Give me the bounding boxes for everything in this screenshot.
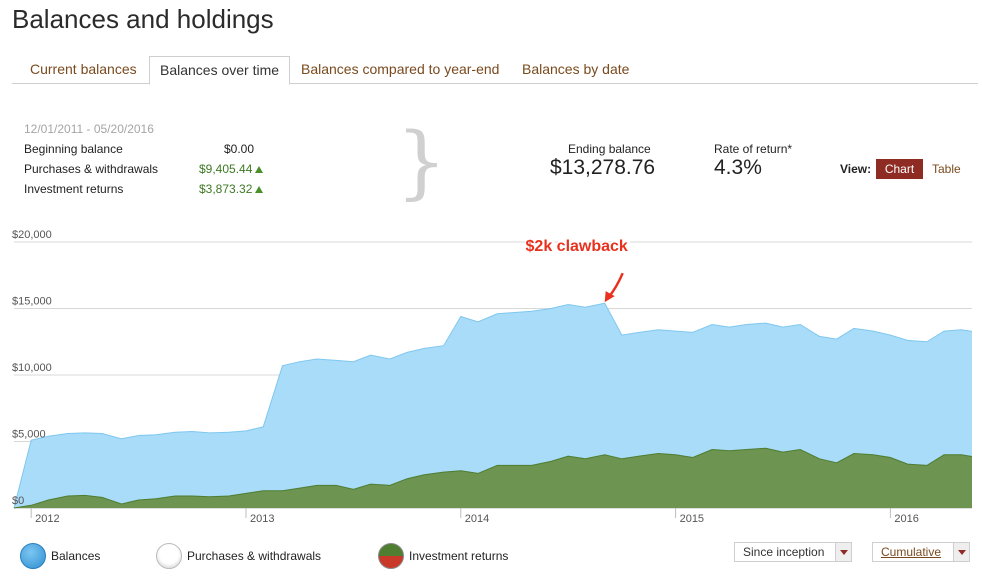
legend-item-balances[interactable]: Balances (20, 543, 100, 569)
mode-dropdown[interactable]: Cumulative (872, 542, 970, 562)
purchases-withdrawals-swatch-icon (156, 543, 182, 569)
legend-item-purchases-withdrawals[interactable]: Purchases & withdrawals (156, 543, 321, 569)
legend-label-purchases-withdrawals: Purchases & withdrawals (187, 549, 322, 563)
view-label: View: (840, 162, 872, 176)
annotation-label: $2k clawback (526, 238, 628, 255)
legend-item-investment-returns[interactable]: Investment returns (378, 543, 508, 569)
investment-returns-value: $3,873.32 (199, 182, 253, 196)
ending-balance-value: $13,278.76 (550, 156, 656, 179)
beginning-balance-value: $0.00 (224, 142, 255, 156)
tab-balances-over-time[interactable]: Balances over time (149, 56, 291, 85)
legend-label-balances: Balances (51, 549, 101, 563)
mode-dropdown-value: Cumulative (881, 545, 942, 559)
tab-bar: Current balances Balances over time Bala… (12, 56, 978, 85)
tab-current-balances[interactable]: Current balances (20, 56, 147, 84)
tab-balances-compared-to-year-end[interactable]: Balances compared to year-end (291, 56, 509, 84)
beginning-balance-label: Beginning balance (24, 142, 123, 156)
balances-swatch-icon (20, 543, 46, 569)
page-title: Balances and holdings (12, 4, 274, 34)
y-tick-label: $15,000 (12, 296, 52, 308)
view-chart-button[interactable]: Chart (876, 159, 923, 179)
arrow-up-icon (255, 186, 264, 193)
date-range: 12/01/2011 - 05/20/2016 (24, 122, 154, 136)
rate-of-return-value: 4.3% (714, 156, 762, 179)
x-tick-label: 2013 (250, 513, 274, 525)
x-tick-label: 2015 (680, 513, 704, 525)
brace-divider-icon: } (396, 115, 447, 208)
purchases-withdrawals-value: $9,405.44 (199, 162, 253, 176)
annotation-arrow-icon (607, 272, 624, 298)
x-tick-label: 2014 (465, 513, 489, 525)
view-table-link[interactable]: Table (932, 162, 961, 176)
arrow-up-icon (255, 166, 264, 173)
y-tick-label: $5,000 (12, 429, 46, 441)
ending-balance-label: Ending balance (568, 142, 651, 156)
chart-areas (13, 302, 973, 509)
investment-returns-row: $3,873.32 (199, 182, 264, 196)
investment-returns-swatch-icon (378, 543, 404, 569)
x-tick-label: 2012 (35, 513, 59, 525)
purchases-withdrawals-row: $9,405.44 (199, 162, 264, 176)
y-tick-label: $20,000 (12, 229, 52, 241)
chevron-down-icon[interactable] (953, 543, 969, 561)
purchases-withdrawals-label: Purchases & withdrawals (24, 162, 159, 176)
range-dropdown-value: Since inception (743, 545, 825, 559)
range-dropdown[interactable]: Since inception (734, 542, 852, 562)
investment-returns-label: Investment returns (24, 182, 124, 196)
balances-area-chart: $0$5,000$10,000$15,000$20,000 2012 2013 20… (12, 229, 973, 525)
y-tick-label: $10,000 (12, 362, 52, 374)
rate-of-return-label: Rate of return* (714, 142, 793, 156)
tab-balances-by-date[interactable]: Balances by date (512, 56, 639, 84)
legend-label-investment-returns: Investment returns (409, 549, 509, 563)
y-tick-label: $0 (12, 495, 24, 507)
chevron-down-icon[interactable] (835, 543, 851, 561)
x-tick-label: 2016 (894, 513, 918, 525)
chart-annotation: $2k clawback (524, 237, 629, 303)
x-axis-labels: 2012 2013 2014 2015 2016 (30, 508, 919, 525)
